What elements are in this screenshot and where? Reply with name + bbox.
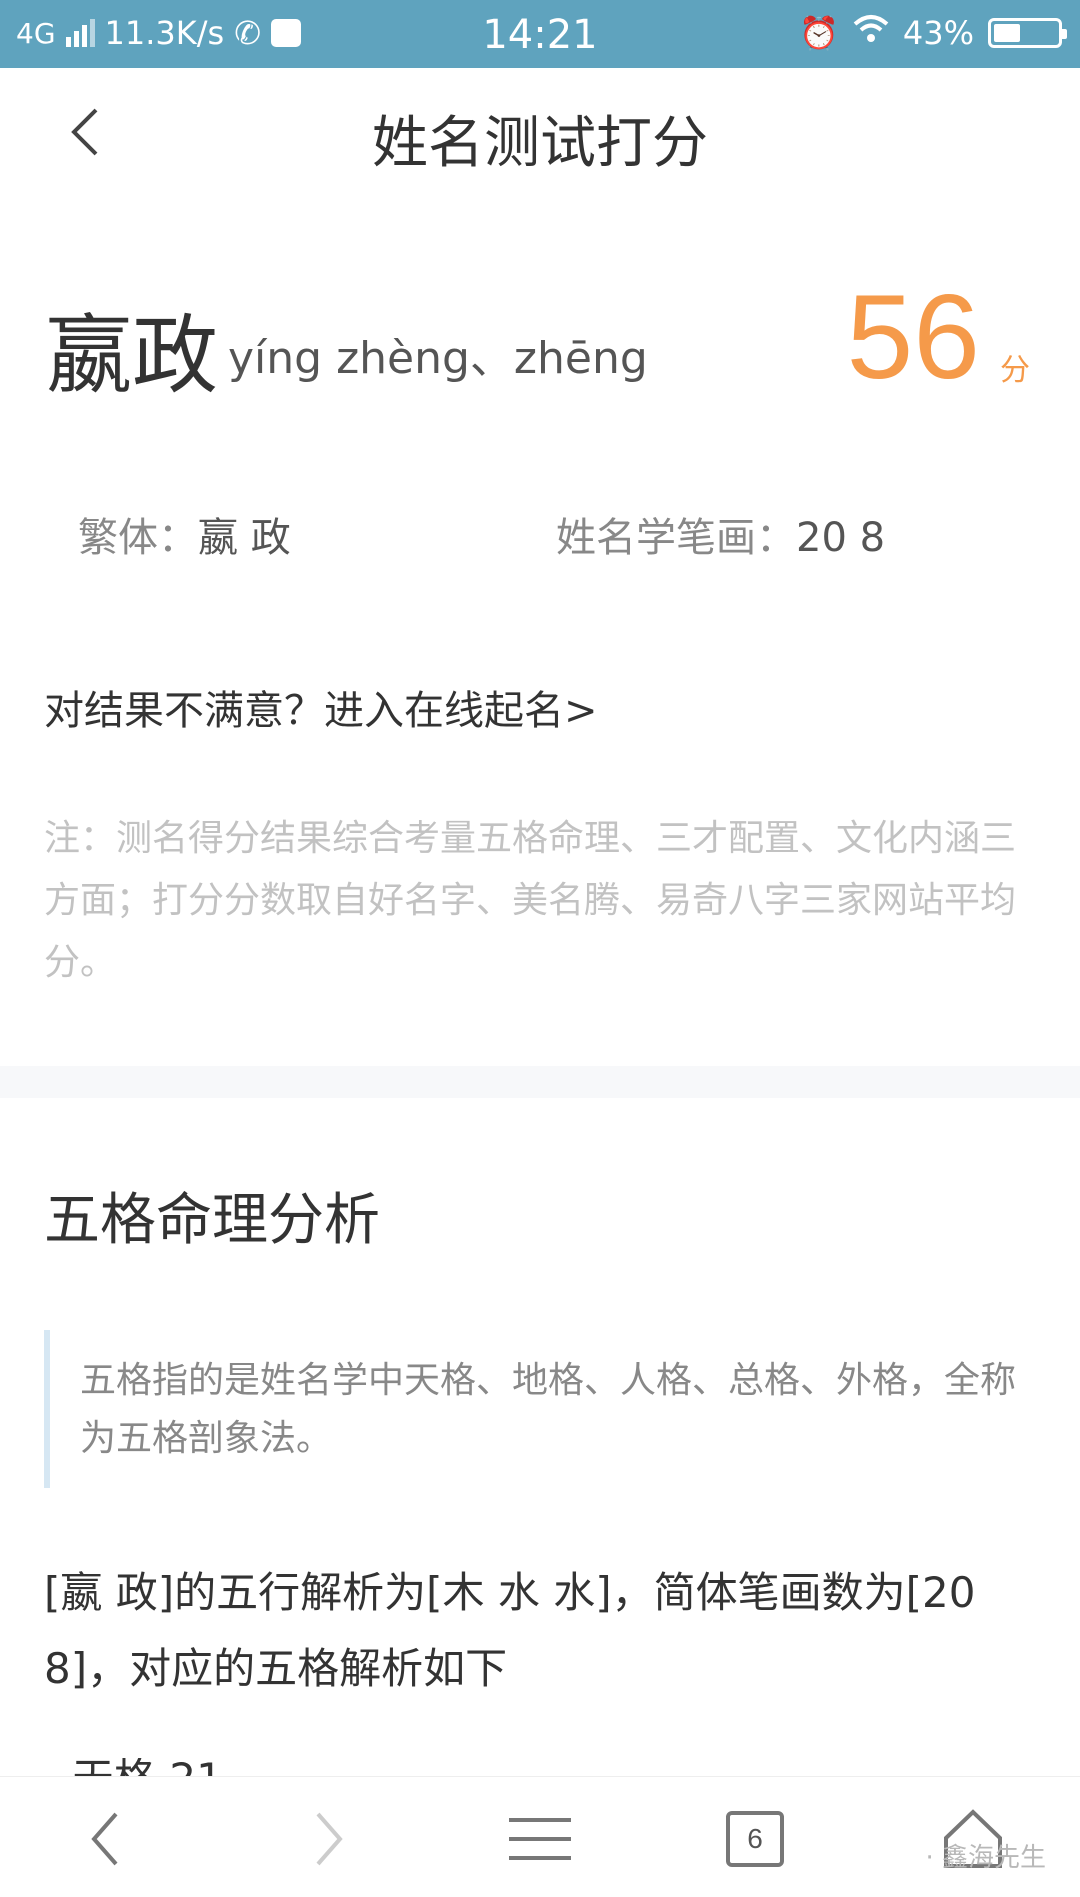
strokes-value: 20 8 [796, 515, 886, 561]
alarm-icon: ⏰ [799, 14, 839, 52]
menu-icon [509, 1818, 571, 1860]
score-unit: 分 [1000, 353, 1030, 388]
watermark: · 鑫海先生 [925, 1843, 1046, 1873]
section-divider [0, 1066, 1080, 1098]
strokes-label: 姓名学笔画： [556, 515, 796, 561]
wuge-quote: 五格指的是姓名学中天格、地格、人格、总格、外格，全称为五格剖象法。 [44, 1330, 1034, 1488]
nav-back-button[interactable] [62, 1799, 152, 1879]
browser-bottom-nav: 6 · 鑫海先生 [0, 1776, 1080, 1897]
name-text: 嬴政 [46, 306, 218, 406]
score-note: 注：测名得分结果综合考量五格命理、三才配置、文化内涵三方面；打分分数取自好名字、… [44, 818, 1017, 983]
status-bar: 4G 11.3K/s ✆ 14:21 ⏰ 43% [0, 0, 1080, 68]
wuge-analysis-text: [嬴 政]的五行解析为[木 水 水]，简体笔画数为[20 8]，对应的五格解析如… [44, 1568, 976, 1693]
tabs-button[interactable]: 6 [710, 1799, 800, 1879]
wuge-item-partial: 天格 21 [72, 1758, 223, 1776]
header: 姓名测试打分 [0, 68, 1080, 198]
tab-count-badge: 6 [726, 1811, 784, 1867]
menu-button[interactable] [495, 1799, 585, 1879]
traditional-label: 繁体： [78, 515, 198, 561]
chevron-left-icon [91, 1812, 118, 1866]
battery-icon [988, 18, 1067, 48]
chevron-right-icon [316, 1812, 343, 1866]
status-right: ⏰ 43% [799, 14, 1067, 52]
nav-forward-button[interactable] [282, 1799, 372, 1879]
online-naming-link[interactable]: 对结果不满意？进入在线起名> [44, 678, 598, 736]
score-value: 56 [846, 270, 980, 404]
strokes-info: 姓名学笔画：20 8 [556, 505, 885, 563]
wuge-section-title: 五格命理分析 [44, 1188, 380, 1253]
battery-percent: 43% [902, 14, 974, 52]
wifi-icon [853, 14, 889, 52]
pinyin-text: yíng zhèng、zhēng [228, 333, 648, 384]
traditional-value: 嬴 政 [198, 515, 291, 561]
page-title: 姓名测试打分 [372, 111, 708, 176]
traditional-info: 繁体：嬴 政 [78, 505, 291, 563]
